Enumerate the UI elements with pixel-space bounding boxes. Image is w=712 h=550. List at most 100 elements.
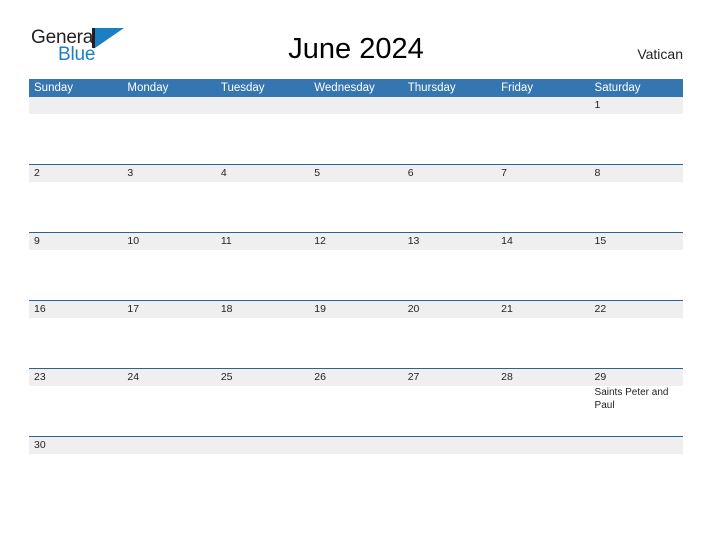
day-cell-26[interactable]: 26 xyxy=(309,369,402,436)
week-cells: 30 xyxy=(29,437,683,504)
day-number: 26 xyxy=(314,371,326,383)
day-cell-3[interactable]: 3 xyxy=(122,165,215,232)
day-cell-empty xyxy=(590,437,683,504)
day-number: 11 xyxy=(220,235,232,247)
calendar-grid: Sunday Monday Tuesday Wednesday Thursday Frid… xyxy=(29,79,683,504)
day-number: 12 xyxy=(314,235,326,247)
week-cells: 23 24 25 26 27 28 29 Saints Peter and Paul xyxy=(29,369,683,436)
calendar-week-row: 30 xyxy=(29,436,683,504)
day-number: 16 xyxy=(34,303,46,315)
day-cell-11[interactable]: 11 xyxy=(216,233,309,300)
day-number: 17 xyxy=(127,303,140,315)
day-number: 3 xyxy=(127,167,134,179)
day-cell-12[interactable]: 12 xyxy=(309,233,402,300)
day-cell-empty xyxy=(122,97,215,164)
weekday-header-saturday: Saturday xyxy=(594,82,641,94)
day-cell-empty xyxy=(309,437,402,504)
day-cell-empty xyxy=(496,437,589,504)
day-cell-empty xyxy=(496,97,589,164)
calendar-week-row: 2 3 4 5 6 7 8 xyxy=(29,164,683,232)
day-cell-19[interactable]: 19 xyxy=(309,301,402,368)
day-cell-empty xyxy=(403,437,496,504)
day-cell-1[interactable]: 1 xyxy=(590,97,683,164)
day-cell-empty xyxy=(122,437,215,504)
day-cell-28[interactable]: 28 xyxy=(496,369,589,436)
week-cells: 1 xyxy=(29,97,683,164)
day-number: 20 xyxy=(407,303,420,315)
day-number: 27 xyxy=(407,371,420,383)
day-cell-18[interactable]: 18 xyxy=(216,301,309,368)
day-number: 1 xyxy=(594,99,601,111)
day-cell-21[interactable]: 21 xyxy=(496,301,589,368)
day-cell-8[interactable]: 8 xyxy=(590,165,683,232)
day-cell-14[interactable]: 14 xyxy=(496,233,589,300)
day-cell-10[interactable]: 10 xyxy=(122,233,215,300)
weekday-header-thursday: Thursday xyxy=(407,82,456,94)
day-cell-20[interactable]: 20 xyxy=(403,301,496,368)
day-cell-empty xyxy=(216,97,309,164)
day-number: 6 xyxy=(407,167,414,179)
calendar-page: General Blue June 2024 Vatican Sunday Mon… xyxy=(0,0,712,550)
day-cell-9[interactable]: 9 xyxy=(29,233,122,300)
day-cell-5[interactable]: 5 xyxy=(309,165,402,232)
day-number: 13 xyxy=(407,235,420,247)
weekday-header-row: Sunday Monday Tuesday Wednesday Thursday Frid… xyxy=(29,79,683,97)
day-number: 14 xyxy=(501,235,513,247)
day-cell-4[interactable]: 4 xyxy=(216,165,309,232)
day-cell-6[interactable]: 6 xyxy=(403,165,496,232)
day-cell-25[interactable]: 25 xyxy=(216,369,309,436)
day-cell-22[interactable]: 22 xyxy=(590,301,683,368)
day-cell-7[interactable]: 7 xyxy=(496,165,589,232)
calendar-week-row: 16 17 18 19 20 21 22 xyxy=(29,300,683,368)
day-cell-empty xyxy=(309,97,402,164)
day-number: 19 xyxy=(314,303,326,315)
day-number: 5 xyxy=(314,167,321,179)
weekday-header-sunday: Sunday xyxy=(34,82,74,94)
day-events: Saints Peter and Paul xyxy=(595,387,683,412)
event-label: Saints Peter and Paul xyxy=(594,387,669,411)
day-cell-empty xyxy=(216,437,309,504)
day-cell-29[interactable]: 29 Saints Peter and Paul xyxy=(590,369,683,436)
calendar-week-row: 1 xyxy=(29,97,683,164)
day-cell-empty xyxy=(403,97,496,164)
week-cells: 9 10 11 12 13 14 15 xyxy=(29,233,683,300)
calendar-week-row: 23 24 25 26 27 28 29 Saints Peter and Paul xyxy=(29,368,683,436)
weekday-header-monday: Monday xyxy=(127,82,169,94)
day-number: 7 xyxy=(501,167,507,179)
day-number: 18 xyxy=(220,303,233,315)
weekday-header-friday: Friday xyxy=(501,82,534,94)
day-number: 15 xyxy=(594,235,607,247)
country-label: Vatican xyxy=(637,46,683,62)
day-cell-17[interactable]: 17 xyxy=(122,301,215,368)
day-number: 8 xyxy=(594,167,601,179)
day-number: 2 xyxy=(34,167,40,179)
week-cells: 16 17 18 19 20 21 22 xyxy=(29,301,683,368)
page-title: June 2024 xyxy=(288,33,424,65)
day-cell-24[interactable]: 24 xyxy=(122,369,215,436)
day-cell-empty xyxy=(29,97,122,164)
day-cell-27[interactable]: 27 xyxy=(403,369,496,436)
day-number: 9 xyxy=(34,235,40,247)
week-cells: 2 3 4 5 6 7 8 xyxy=(29,165,683,232)
day-number: 21 xyxy=(501,303,513,315)
day-cell-2[interactable]: 2 xyxy=(29,165,122,232)
weekday-header-wednesday: Wednesday xyxy=(314,82,375,94)
day-number: 24 xyxy=(127,371,140,383)
day-number: 29 xyxy=(594,371,607,383)
day-number: 22 xyxy=(594,303,607,315)
day-cell-30[interactable]: 30 xyxy=(29,437,122,504)
day-cell-15[interactable]: 15 xyxy=(590,233,683,300)
day-number: 28 xyxy=(501,371,513,383)
page-header: General Blue June 2024 Vatican xyxy=(0,0,712,72)
weekday-header-tuesday: Tuesday xyxy=(220,82,265,94)
day-number: 23 xyxy=(34,371,46,383)
day-cell-23[interactable]: 23 xyxy=(29,369,122,436)
day-number: 4 xyxy=(220,167,227,179)
day-cell-16[interactable]: 16 xyxy=(29,301,122,368)
day-cell-13[interactable]: 13 xyxy=(403,233,496,300)
day-number: 10 xyxy=(127,235,140,247)
calendar-week-row: 9 10 11 12 13 14 15 xyxy=(29,232,683,300)
day-number: 30 xyxy=(34,439,46,451)
day-number: 25 xyxy=(220,371,233,383)
calendar-weeks: 1 2 3 4 5 6 7 8 9 10 11 12 13 14 15 16 17 18 19 20 21 22 23 24 2… xyxy=(29,97,683,504)
